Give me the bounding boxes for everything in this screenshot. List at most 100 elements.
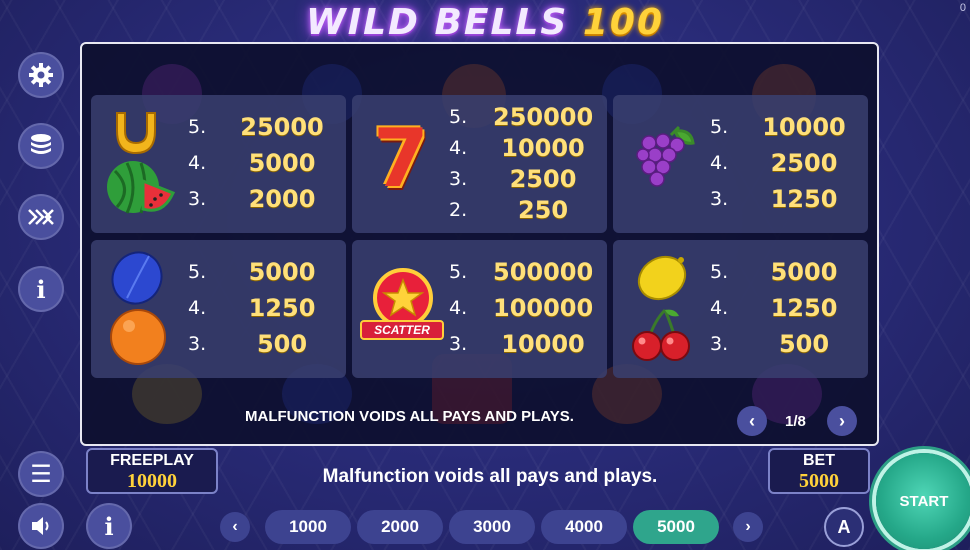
payout-value: 250000 — [493, 102, 594, 131]
payout-row: 4. 1250 — [188, 290, 332, 326]
bet-display: BET 5000 — [768, 448, 870, 494]
chevron-left-icon: ‹ — [232, 518, 238, 535]
payout-row: 3. 10000 — [449, 326, 593, 362]
orange-icon — [110, 309, 166, 365]
bottom-notice: Malfunction voids all pays and plays. — [322, 466, 658, 487]
payout-row: 5. 500000 — [449, 258, 594, 286]
payout-value: 10000 — [501, 330, 585, 358]
payout-row: 3. 500 — [710, 326, 854, 362]
payout-value: 25000 — [240, 113, 324, 141]
paytable-card-lemon-cherries: 5. 5000 4. 1250 3. 500 — [613, 240, 868, 378]
payout-row: 4. 5000 — [188, 145, 332, 181]
payout-value: 500000 — [493, 258, 594, 286]
freeplay-value: 10000 — [127, 470, 177, 492]
paytable-panel: 5. 25000 4. 5000 3. 2000 7 5. 250000 4. 10000… — [80, 42, 879, 446]
payout-row: 3. 2500 — [449, 163, 593, 194]
cherries-icon — [632, 308, 690, 361]
payout-row: 4. 10000 — [449, 132, 593, 163]
paytable-card-seven: 7 5. 250000 4. 10000 3. 2500 2. 250 — [352, 95, 607, 233]
payout-row: 4. 2500 — [710, 145, 854, 181]
gear-icon — [29, 63, 53, 87]
info-icon: i — [104, 511, 114, 541]
seven-icon: 7 — [373, 112, 429, 205]
payout-rows: 5. 5000 4. 1250 3. 500 — [710, 254, 854, 362]
payout-row: 3. 2000 — [188, 181, 332, 217]
chevron-left-icon: ‹ — [749, 410, 755, 431]
bet-option-3000[interactable]: 3000 — [449, 510, 535, 544]
chevron-right-icon: › — [745, 518, 751, 535]
start-label: START — [899, 492, 949, 510]
freeplay-display: FREEPLAY 10000 — [86, 448, 218, 494]
watermelon-icon — [107, 161, 175, 214]
paytable-card-plum-orange: 5. 5000 4. 1250 3. 500 — [91, 240, 346, 378]
payout-value: 5000 — [770, 258, 838, 286]
paytable-card-grapes: 5. 10000 4. 2500 3. 1250 — [613, 95, 868, 233]
payout-rows: 5. 25000 4. 5000 3. 2000 — [188, 109, 332, 217]
payout-value: 1250 — [248, 294, 316, 322]
payout-value: 2000 — [248, 185, 316, 213]
payout-value: 250 — [517, 195, 569, 224]
payout-row: 2. 250 — [449, 194, 593, 225]
bet-prev-button[interactable]: ‹ — [220, 512, 250, 542]
info-icon: i — [36, 274, 46, 304]
payout-value: 2500 — [509, 164, 577, 193]
lemon-icon — [637, 255, 687, 301]
bet-option-5000[interactable]: 5000 — [633, 510, 719, 544]
freeplay-label: FREEPLAY — [110, 452, 194, 469]
paytable-card-horseshoe-watermelon: 5. 25000 4. 5000 3. 2000 — [91, 95, 346, 233]
paytable-card-scatter: SCATTER 5. 500000 4. 100000 3. 10000 — [352, 240, 607, 378]
coins-button[interactable] — [18, 123, 64, 169]
payout-value: 5000 — [248, 149, 316, 177]
payout-row: 5. 250000 — [449, 102, 594, 131]
bet-option-1000[interactable]: 1000 — [265, 510, 351, 544]
start-button[interactable]: START — [876, 453, 970, 549]
bet-option-2000[interactable]: 2000 — [357, 510, 443, 544]
payout-value: 5000 — [248, 258, 316, 286]
plum-icon — [111, 251, 163, 305]
payout-rows: 5. 500000 4. 100000 3. 10000 — [449, 254, 593, 362]
payout-row: 5. 10000 — [710, 109, 854, 145]
info-side-button[interactable]: i — [18, 266, 64, 312]
horseshoe-icon — [116, 112, 156, 155]
payout-value: 500 — [256, 330, 308, 358]
payout-rows: 5. 5000 4. 1250 3. 500 — [188, 254, 332, 362]
logo-number: 100 — [582, 2, 664, 43]
bet-option-4000[interactable]: 4000 — [541, 510, 627, 544]
payout-row: 5. 25000 — [188, 109, 332, 145]
game-logo: WILD BELLS 100 — [0, 2, 970, 43]
grapes-icon — [636, 125, 695, 187]
bet-next-button[interactable]: › — [733, 512, 763, 542]
payout-row: 3. 1250 — [710, 181, 854, 217]
scatter-label: SCATTER — [360, 320, 444, 340]
logo-text: WILD BELLS — [306, 2, 569, 43]
volatility-icon — [28, 209, 54, 225]
volatility-button[interactable] — [18, 194, 64, 240]
payout-value: 2500 — [770, 149, 838, 177]
payout-row: 5. 5000 — [188, 254, 332, 290]
autoplay-button[interactable]: A — [824, 507, 864, 547]
corner-counter: 0 — [959, 2, 966, 14]
payout-value: 1250 — [770, 185, 838, 213]
info-bottom-button[interactable]: i — [86, 503, 132, 549]
paytable-next-button[interactable]: › — [827, 406, 857, 436]
payout-value: 100000 — [493, 294, 594, 322]
speaker-icon — [32, 517, 49, 535]
autoplay-icon: A — [837, 516, 851, 537]
payout-value: 10000 — [762, 113, 846, 141]
settings-button[interactable] — [18, 52, 64, 98]
paytable-page-indicator: 1/8 — [785, 413, 806, 430]
payout-row: 4. 100000 — [449, 294, 594, 322]
bet-value: 5000 — [799, 470, 839, 492]
paytable-prev-button[interactable]: ‹ — [737, 406, 767, 436]
payout-row: 4. 1250 — [710, 290, 854, 326]
hamburger-menu-icon: ☰ — [30, 460, 52, 488]
payout-value: 1250 — [770, 294, 838, 322]
coins-stack-icon — [31, 134, 51, 154]
sound-button[interactable] — [18, 503, 64, 549]
payout-rows: 5. 10000 4. 2500 3. 1250 — [710, 109, 854, 217]
payout-rows: 5. 250000 4. 10000 3. 2500 2. 250 — [449, 101, 593, 225]
payout-value: 500 — [778, 330, 830, 358]
menu-button[interactable]: ☰ — [18, 451, 64, 497]
bet-label: BET — [803, 452, 835, 469]
payout-row: 3. 500 — [188, 326, 332, 362]
